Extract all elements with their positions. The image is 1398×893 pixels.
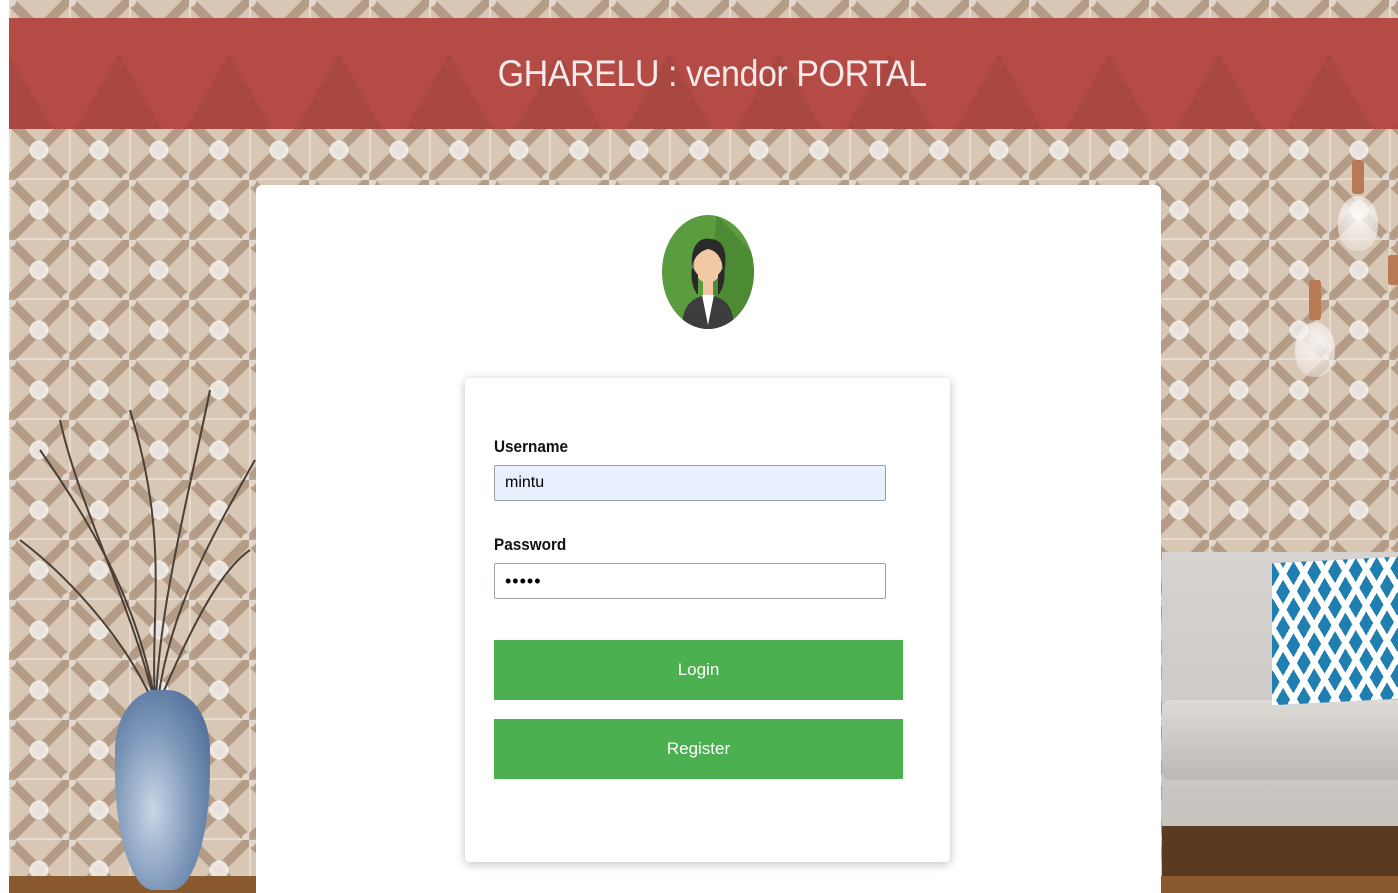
password-input[interactable] — [494, 563, 886, 599]
pendant-lamp-cord — [1352, 160, 1364, 194]
user-avatar-icon — [662, 215, 754, 329]
pendant-lamp-cord — [1388, 255, 1398, 285]
password-label: Password — [494, 535, 567, 554]
page-left-margin — [0, 0, 9, 893]
login-button[interactable]: Login — [494, 640, 903, 700]
sofa-base — [1162, 826, 1398, 876]
pendant-bulb — [1295, 322, 1335, 377]
pendant-lamp-cord — [1309, 280, 1321, 320]
sofa-seat — [1162, 700, 1398, 780]
register-button[interactable]: Register — [494, 719, 903, 779]
page-header: GHARELU : vendor PORTAL — [9, 18, 1398, 129]
branches-decoration — [20, 389, 256, 700]
page-title: GHARELU : vendor PORTAL — [498, 52, 927, 94]
pendant-bulb — [1338, 196, 1378, 251]
username-input[interactable] — [494, 465, 886, 501]
username-label: Username — [494, 437, 568, 456]
pillow-decoration — [1272, 556, 1398, 706]
vase-decoration — [115, 690, 210, 890]
